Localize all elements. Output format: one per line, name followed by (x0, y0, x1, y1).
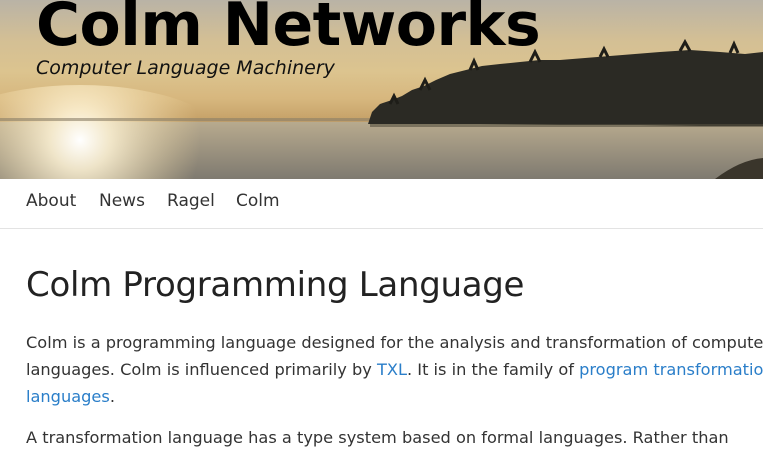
intro-paragraph: Colm is a programming language designed … (26, 329, 763, 410)
main-nav: About News Ragel Colm (0, 179, 763, 229)
site-title[interactable]: Colm Networks (36, 0, 541, 58)
main-content: Colm Programming Language Colm is a prog… (26, 265, 763, 447)
nav-item-about[interactable]: About (26, 191, 76, 211)
nav-item-news[interactable]: News (99, 191, 145, 211)
intro-text-3: . (109, 387, 115, 406)
header-banner: Colm Networks Computer Language Machiner… (0, 0, 763, 179)
nav-item-colm[interactable]: Colm (236, 191, 280, 211)
intro-text-2: . It is in the family of (407, 360, 580, 379)
site-tagline: Computer Language Machinery (36, 57, 335, 79)
txl-link[interactable]: TXL (377, 360, 407, 379)
nav-item-ragel[interactable]: Ragel (167, 191, 215, 211)
transformation-paragraph: A transformation language has a type sys… (26, 428, 729, 447)
page-title: Colm Programming Language (26, 265, 525, 305)
